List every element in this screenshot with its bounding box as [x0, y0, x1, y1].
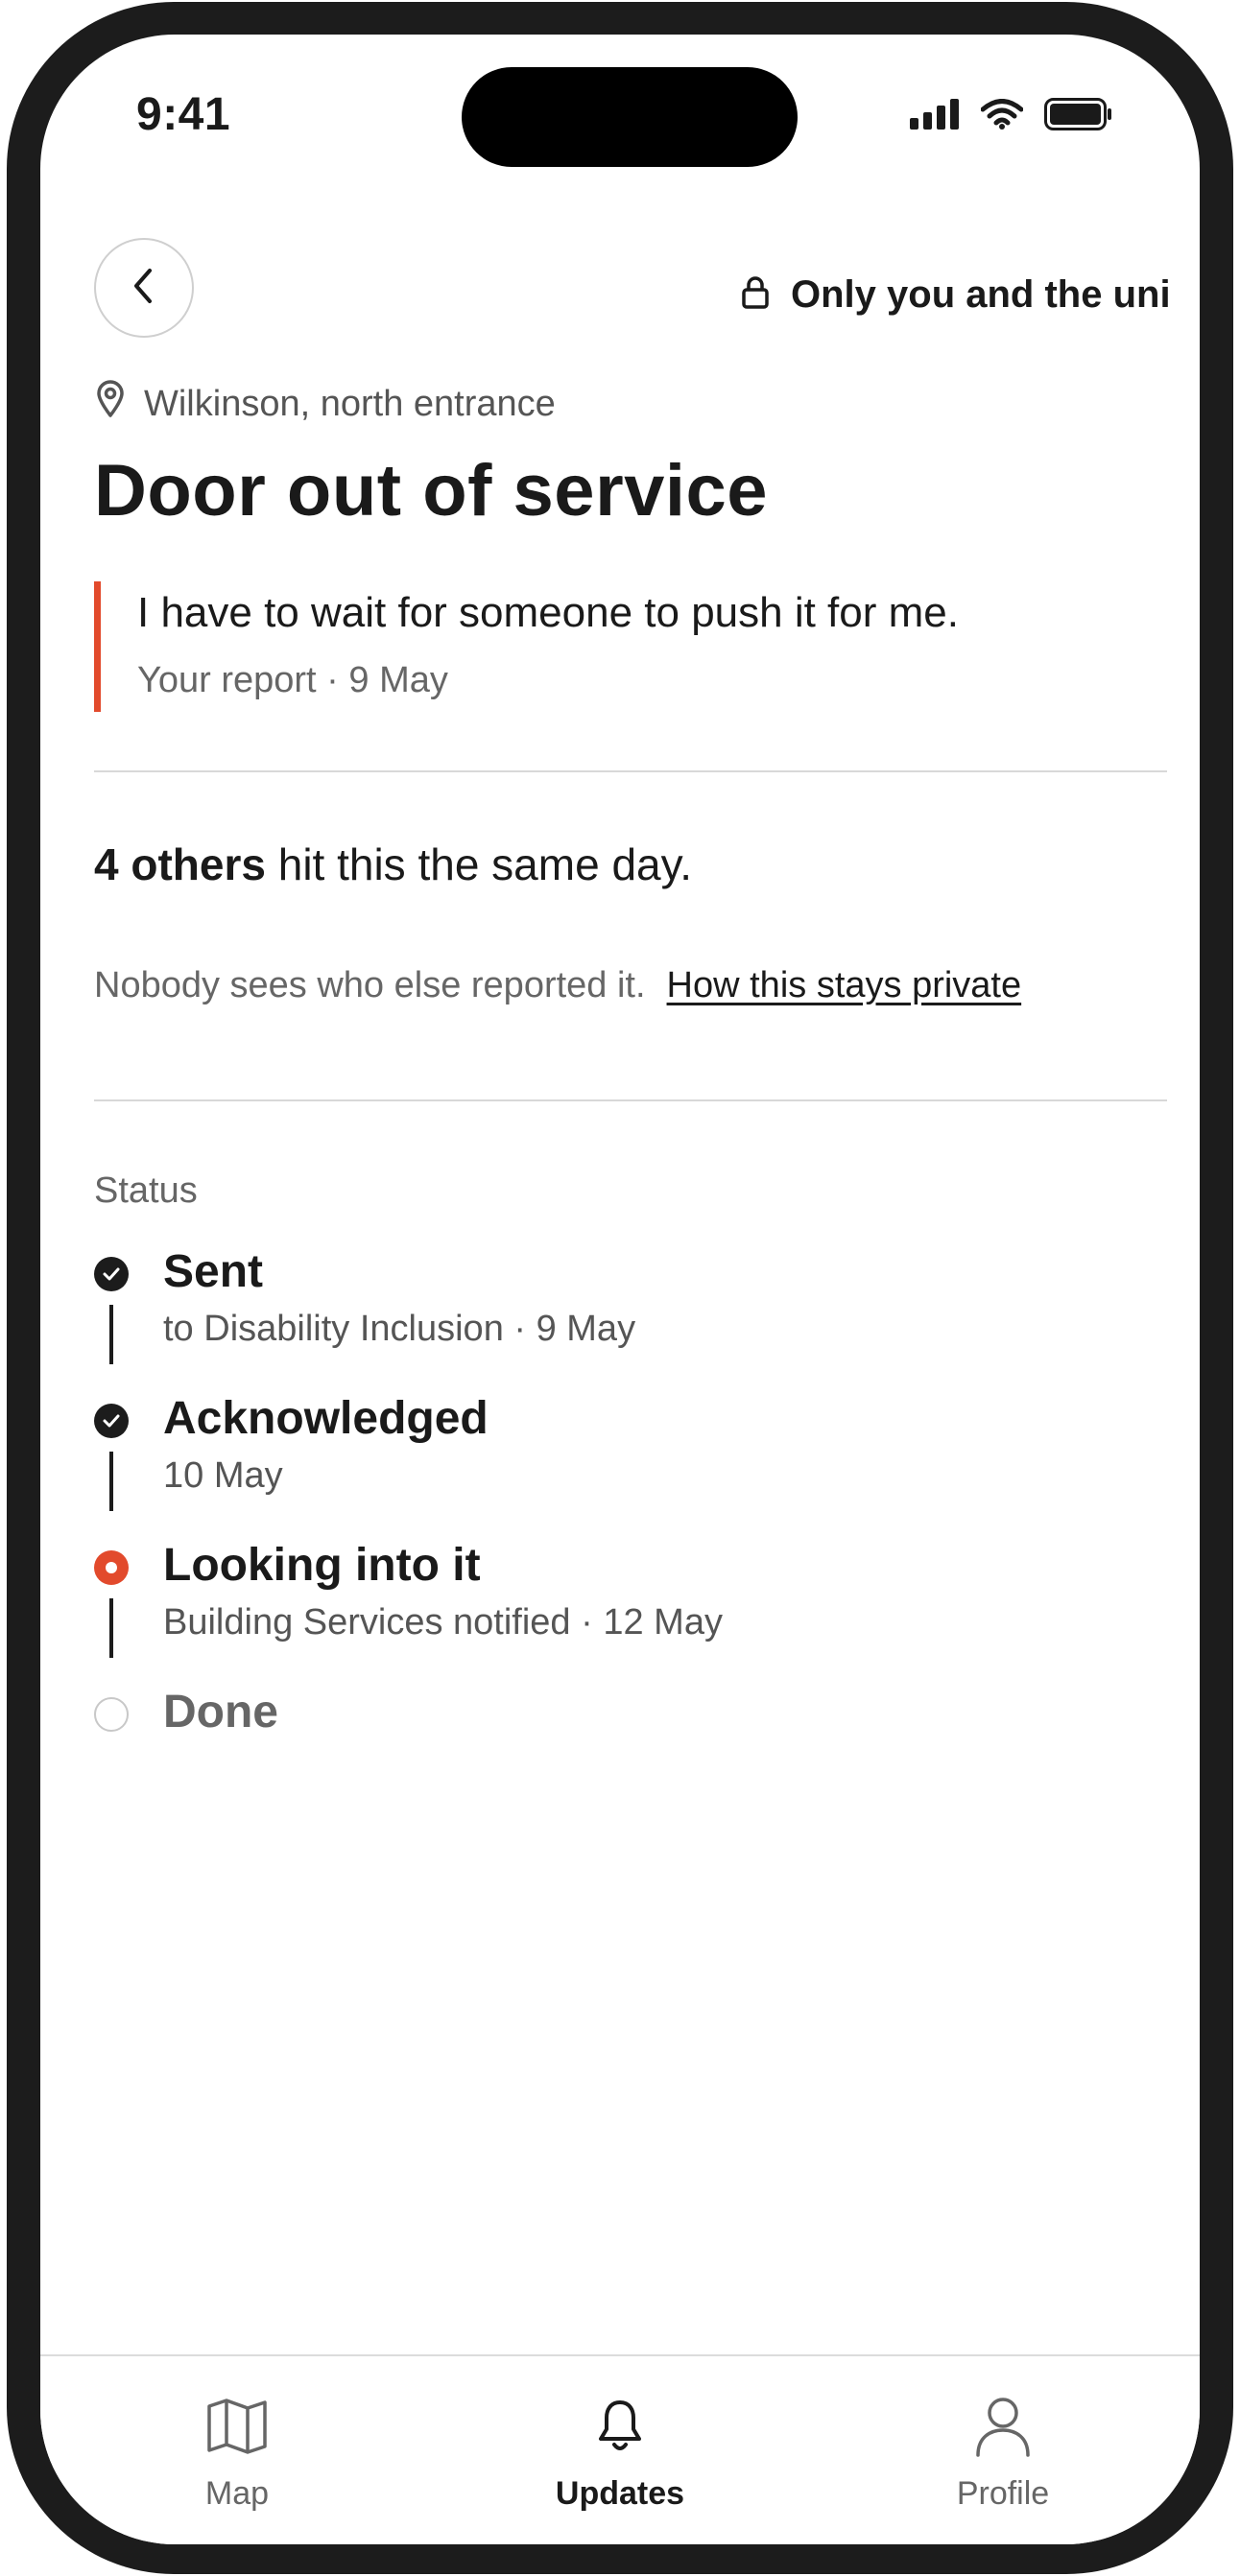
- divider: [94, 770, 1167, 772]
- others-count-bold: 4 others: [94, 839, 266, 889]
- step-title: Done: [163, 1687, 278, 1737]
- tab-profile[interactable]: Profile: [888, 2395, 1118, 2513]
- profile-icon: [974, 2395, 1032, 2458]
- quote-text: I have to wait for someone to push it fo…: [137, 589, 959, 636]
- screen: 9:41 Only you and the uni Wilkinson, nor…: [40, 35, 1200, 2544]
- step-title: Looking into it: [163, 1540, 481, 1591]
- others-count-rest: hit this the same day.: [265, 839, 692, 889]
- tab-bar: Map Updates Profile: [40, 2354, 1200, 2544]
- step-title: Sent: [163, 1246, 264, 1297]
- bell-icon: [597, 2395, 643, 2458]
- lock-icon: [741, 275, 770, 315]
- quote-meta: Your report · 9 May: [137, 660, 448, 700]
- timeline-connector: [109, 1598, 113, 1658]
- step-subtitle: 10 May: [163, 1455, 283, 1496]
- tab-label: Updates: [555, 2475, 685, 2512]
- back-button[interactable]: [94, 238, 194, 338]
- dynamic-island: [462, 67, 798, 167]
- timeline-connector: [109, 1452, 113, 1511]
- divider: [94, 1099, 1167, 1101]
- signal-icon: [910, 99, 960, 134]
- chevron-left-icon: [130, 267, 158, 310]
- step-subtitle: Building Services notified · 12 May: [163, 1602, 723, 1642]
- timeline-connector: [109, 1305, 113, 1364]
- map-icon: [206, 2395, 268, 2458]
- tab-updates[interactable]: Updates: [505, 2395, 735, 2513]
- step-subtitle: to Disability Inclusion · 9 May: [163, 1309, 636, 1349]
- report-quote: I have to wait for someone to push it fo…: [94, 581, 1159, 712]
- others-count: 4 others hit this the same day.: [94, 839, 692, 890]
- location: Wilkinson, north entrance: [96, 380, 556, 428]
- battery-icon: [1044, 98, 1113, 135]
- pending-step-icon: [94, 1697, 129, 1732]
- privacy-note: Nobody sees who else reported it. How thi…: [94, 965, 1021, 1006]
- tab-map[interactable]: Map: [122, 2395, 352, 2513]
- privacy-chip[interactable]: Only you and the uni: [741, 271, 1200, 319]
- tab-label: Profile: [956, 2475, 1050, 2512]
- wifi-icon: [980, 99, 1024, 134]
- status-icons: [910, 98, 1113, 135]
- privacy-label: Only you and the uni: [791, 272, 1171, 316]
- current-step-icon: [94, 1550, 129, 1585]
- page-title: Door out of service: [94, 450, 769, 532]
- privacy-note-text: Nobody sees who else reported it.: [94, 965, 646, 1005]
- map-pin-icon: [96, 380, 125, 428]
- step-title: Acknowledged: [163, 1393, 489, 1444]
- tab-label: Map: [204, 2475, 270, 2512]
- status-time: 9:41: [136, 89, 231, 140]
- location-text: Wilkinson, north entrance: [144, 383, 556, 424]
- check-icon: [94, 1257, 129, 1291]
- status-label: Status: [94, 1170, 198, 1211]
- privacy-link[interactable]: How this stays private: [667, 965, 1022, 1005]
- check-icon: [94, 1404, 129, 1438]
- phone-frame: 9:41 Only you and the uni Wilkinson, nor…: [7, 2, 1233, 2574]
